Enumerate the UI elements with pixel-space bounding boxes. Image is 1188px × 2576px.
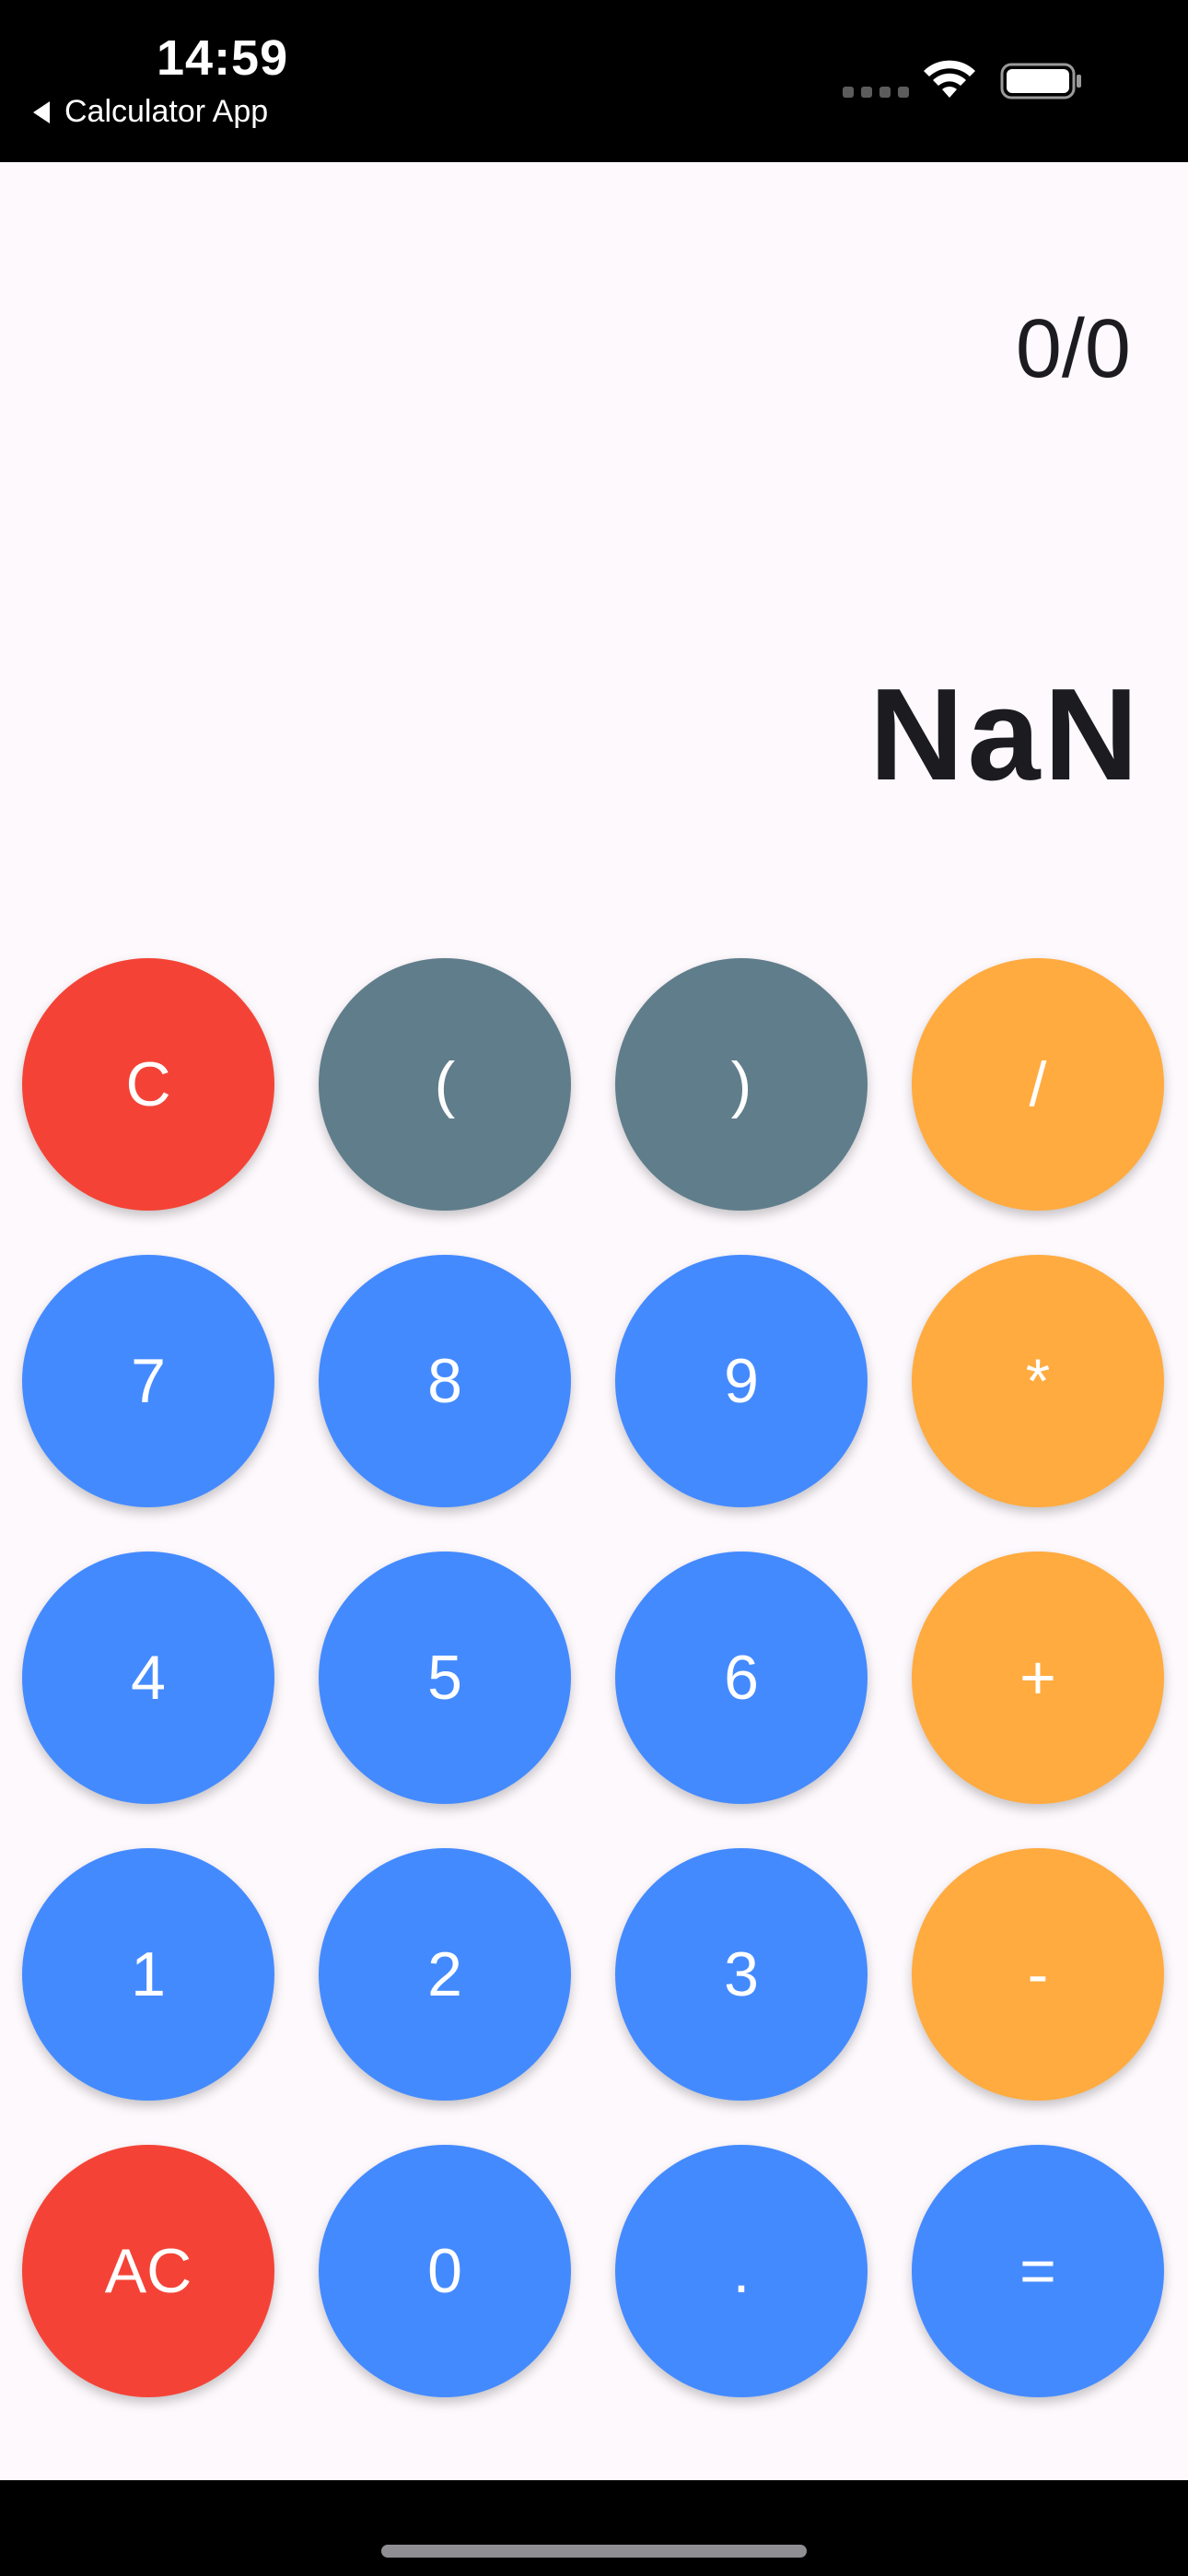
multiply-button[interactable]: * (912, 1255, 1164, 1507)
home-bar (0, 2480, 1188, 2576)
close-paren-button[interactable]: ) (615, 958, 868, 1211)
subtract-button[interactable]: - (912, 1848, 1164, 2101)
calculator-screen: 0/0 NaN C ( ) / 7 8 9 * 4 5 6 + 1 2 3 - … (0, 162, 1188, 2480)
digit-8-button[interactable]: 8 (319, 1255, 571, 1507)
digit-9-button[interactable]: 9 (615, 1255, 868, 1507)
back-link-label: Calculator App (64, 94, 269, 129)
digit-3-button[interactable]: 3 (615, 1848, 868, 2101)
status-bar: 14:59 Calculator App (0, 0, 1188, 162)
digit-5-button[interactable]: 5 (319, 1551, 571, 1804)
add-button[interactable]: + (912, 1551, 1164, 1804)
digit-6-button[interactable]: 6 (615, 1551, 868, 1804)
cellular-signal-icon (843, 87, 909, 98)
wifi-icon (924, 60, 975, 98)
decimal-point-button[interactable]: . (615, 2145, 868, 2397)
battery-icon (1000, 63, 1081, 100)
expression-display: 0/0 (1015, 303, 1131, 395)
open-paren-button[interactable]: ( (319, 958, 571, 1211)
equals-button[interactable]: = (912, 2145, 1164, 2397)
digit-4-button[interactable]: 4 (22, 1551, 274, 1804)
digit-1-button[interactable]: 1 (22, 1848, 274, 2101)
result-display: NaN (868, 662, 1142, 808)
digit-2-button[interactable]: 2 (319, 1848, 571, 2101)
keypad: C ( ) / 7 8 9 * 4 5 6 + 1 2 3 - AC 0 . = (22, 958, 1164, 2397)
back-arrow-icon (33, 100, 50, 123)
status-time: 14:59 (157, 30, 289, 86)
all-clear-button[interactable]: AC (22, 2145, 274, 2397)
digit-0-button[interactable]: 0 (319, 2145, 571, 2397)
divide-button[interactable]: / (912, 958, 1164, 1211)
back-to-app-link[interactable]: Calculator App (33, 94, 268, 130)
digit-7-button[interactable]: 7 (22, 1255, 274, 1507)
clear-button[interactable]: C (22, 958, 274, 1211)
home-indicator[interactable] (381, 2545, 807, 2558)
